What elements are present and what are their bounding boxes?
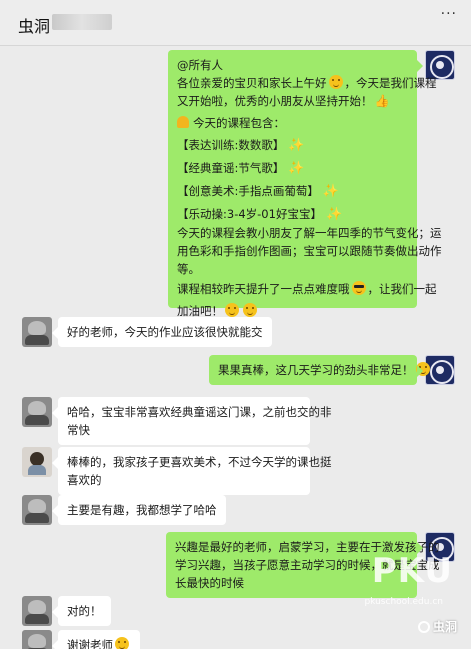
message-line: 谢谢老师 [67, 636, 131, 649]
announcement-bubble[interactable]: @所有人 各位亲爱的宝贝和家长上午好 ，今天是我们课程 又开始啦，优秀的小朋友从坚… [168, 50, 442, 318]
message-text: 今天的课程会教小朋友了解一年四季的节气变化；运 [177, 226, 442, 240]
message-line: 又开始啦，优秀的小朋友从坚持开始！ 👍 [177, 92, 408, 110]
message-line: 【经典童谣:节气歌】 ✨ [177, 159, 408, 178]
smile-emoji-icon [328, 75, 343, 89]
message-text: 又开始啦，优秀的小朋友从坚持开始！ [177, 94, 373, 108]
cool-sunglasses-emoji-icon [351, 281, 366, 295]
message-text: 加油吧！ [177, 304, 223, 318]
message-text: 用色彩和手指创作图画；宝宝可以跟随节奏做出动作 [177, 244, 442, 258]
message-bubble[interactable]: 好的老师，今天的作业应该很快就能交 [52, 317, 272, 347]
happy-emoji-icon [243, 303, 257, 317]
sparkle-icon: ✨ [322, 184, 340, 199]
message-text: 棒棒的，我家孩子更喜欢美术，不过今天学的课也挺 [67, 455, 332, 469]
message-line: 果果真棒，这几天学习的劲头非常足！ [218, 361, 430, 379]
message-bubble[interactable]: 谢谢老师 [52, 630, 140, 649]
chat-window: 虫洞 ··· @所有人 各位亲爱的宝贝和家长上午好 ，今天是我们课程 又开始啦，优… [0, 0, 471, 649]
message-text: 果果真棒，这几天学习的劲头非常足！ [218, 363, 414, 377]
parent-avatar[interactable] [22, 596, 52, 626]
sparkle-icon: ✨ [325, 207, 343, 222]
message-text: 对的！ [67, 604, 102, 618]
watermark-url: pkuschool.edu.cn [364, 597, 443, 607]
message-line: 【乐动操:3-4岁-01好宝宝】 ✨ [177, 205, 408, 224]
more-icon[interactable]: ··· [441, 6, 457, 22]
message-text: 谢谢老师 [67, 638, 113, 649]
parent-avatar[interactable] [22, 630, 52, 649]
message-text: 【经典童谣:节气歌】 [177, 161, 285, 175]
blurred-group-name [52, 14, 112, 30]
parent-avatar[interactable] [22, 317, 52, 347]
message-bubble[interactable]: 哈哈，宝宝非常喜欢经典童谣这门课，之前也交的非 常快 [52, 397, 332, 445]
brand-label: 虫洞 [417, 618, 457, 635]
thumbs-up-icon: 👍 [374, 94, 390, 108]
message-text: ，让我们一起 [367, 282, 437, 296]
message-text: 【乐动操:3-4岁-01好宝宝】 [177, 207, 322, 221]
message-text: 今天的课程包含： [193, 116, 285, 130]
message-bubble[interactable]: 棒棒的，我家孩子更喜欢美术，不过今天学的课也挺 喜欢的 [52, 447, 332, 495]
message-text: 喜欢的 [67, 473, 102, 487]
message-text: @所有人 [177, 58, 223, 72]
message-text: 哈哈，宝宝非常喜欢经典童谣这门课，之前也交的非 [67, 405, 332, 419]
message-text: 【创意美术:手指点画葡萄】 [177, 184, 319, 198]
grin-emoji-icon [115, 637, 129, 649]
parent-avatar[interactable] [22, 495, 52, 525]
message-text: 主要是有趣，我都想学了哈哈 [67, 503, 217, 517]
message-bubble[interactable]: 对的！ [52, 596, 111, 626]
sparkle-icon: ✨ [288, 161, 305, 176]
bell-icon [177, 116, 189, 128]
chat-header: 虫洞 ··· [0, 0, 471, 46]
message-text: 等。 [177, 262, 200, 276]
message-line: 今天的课程包含： [177, 114, 408, 132]
message-line: 各位亲爱的宝贝和家长上午好 ，今天是我们课程 [177, 74, 437, 92]
brand-text: 虫洞 [432, 620, 457, 634]
message-text: 各位亲爱的宝贝和家长上午好 [177, 76, 327, 90]
message-line: 【创意美术:手指点画葡萄】 ✨ [177, 182, 408, 201]
message-text: 【表达训练:数数歌】 [177, 138, 285, 152]
message-text: 常快 [67, 423, 90, 437]
chat-title: 虫洞 [18, 17, 51, 36]
happy-emoji-icon [225, 303, 239, 317]
teacher-avatar[interactable] [425, 355, 455, 385]
message-bubble[interactable]: 主要是有趣，我都想学了哈哈 [52, 495, 226, 525]
grin-emoji-icon [415, 362, 430, 376]
message-text: 好的老师，今天的作业应该很快就能交 [67, 325, 263, 339]
message-line: 课程相较昨天提升了一点点难度哦 ，让我们一起 [177, 280, 437, 298]
sparkle-icon: ✨ [288, 138, 305, 153]
message-text: ，今天是我们课程 [344, 76, 437, 90]
message-text: 课程相较昨天提升了一点点难度哦 [177, 282, 350, 296]
wechat-logo-icon [417, 621, 430, 633]
message-bubble[interactable]: 果果真棒，这几天学习的劲头非常足！ [209, 355, 430, 385]
pku-watermark: PKU [371, 551, 453, 591]
parent-avatar[interactable] [22, 397, 52, 427]
message-line: 【表达训练:数数歌】 ✨ [177, 136, 408, 155]
parent-avatar[interactable] [22, 447, 52, 477]
